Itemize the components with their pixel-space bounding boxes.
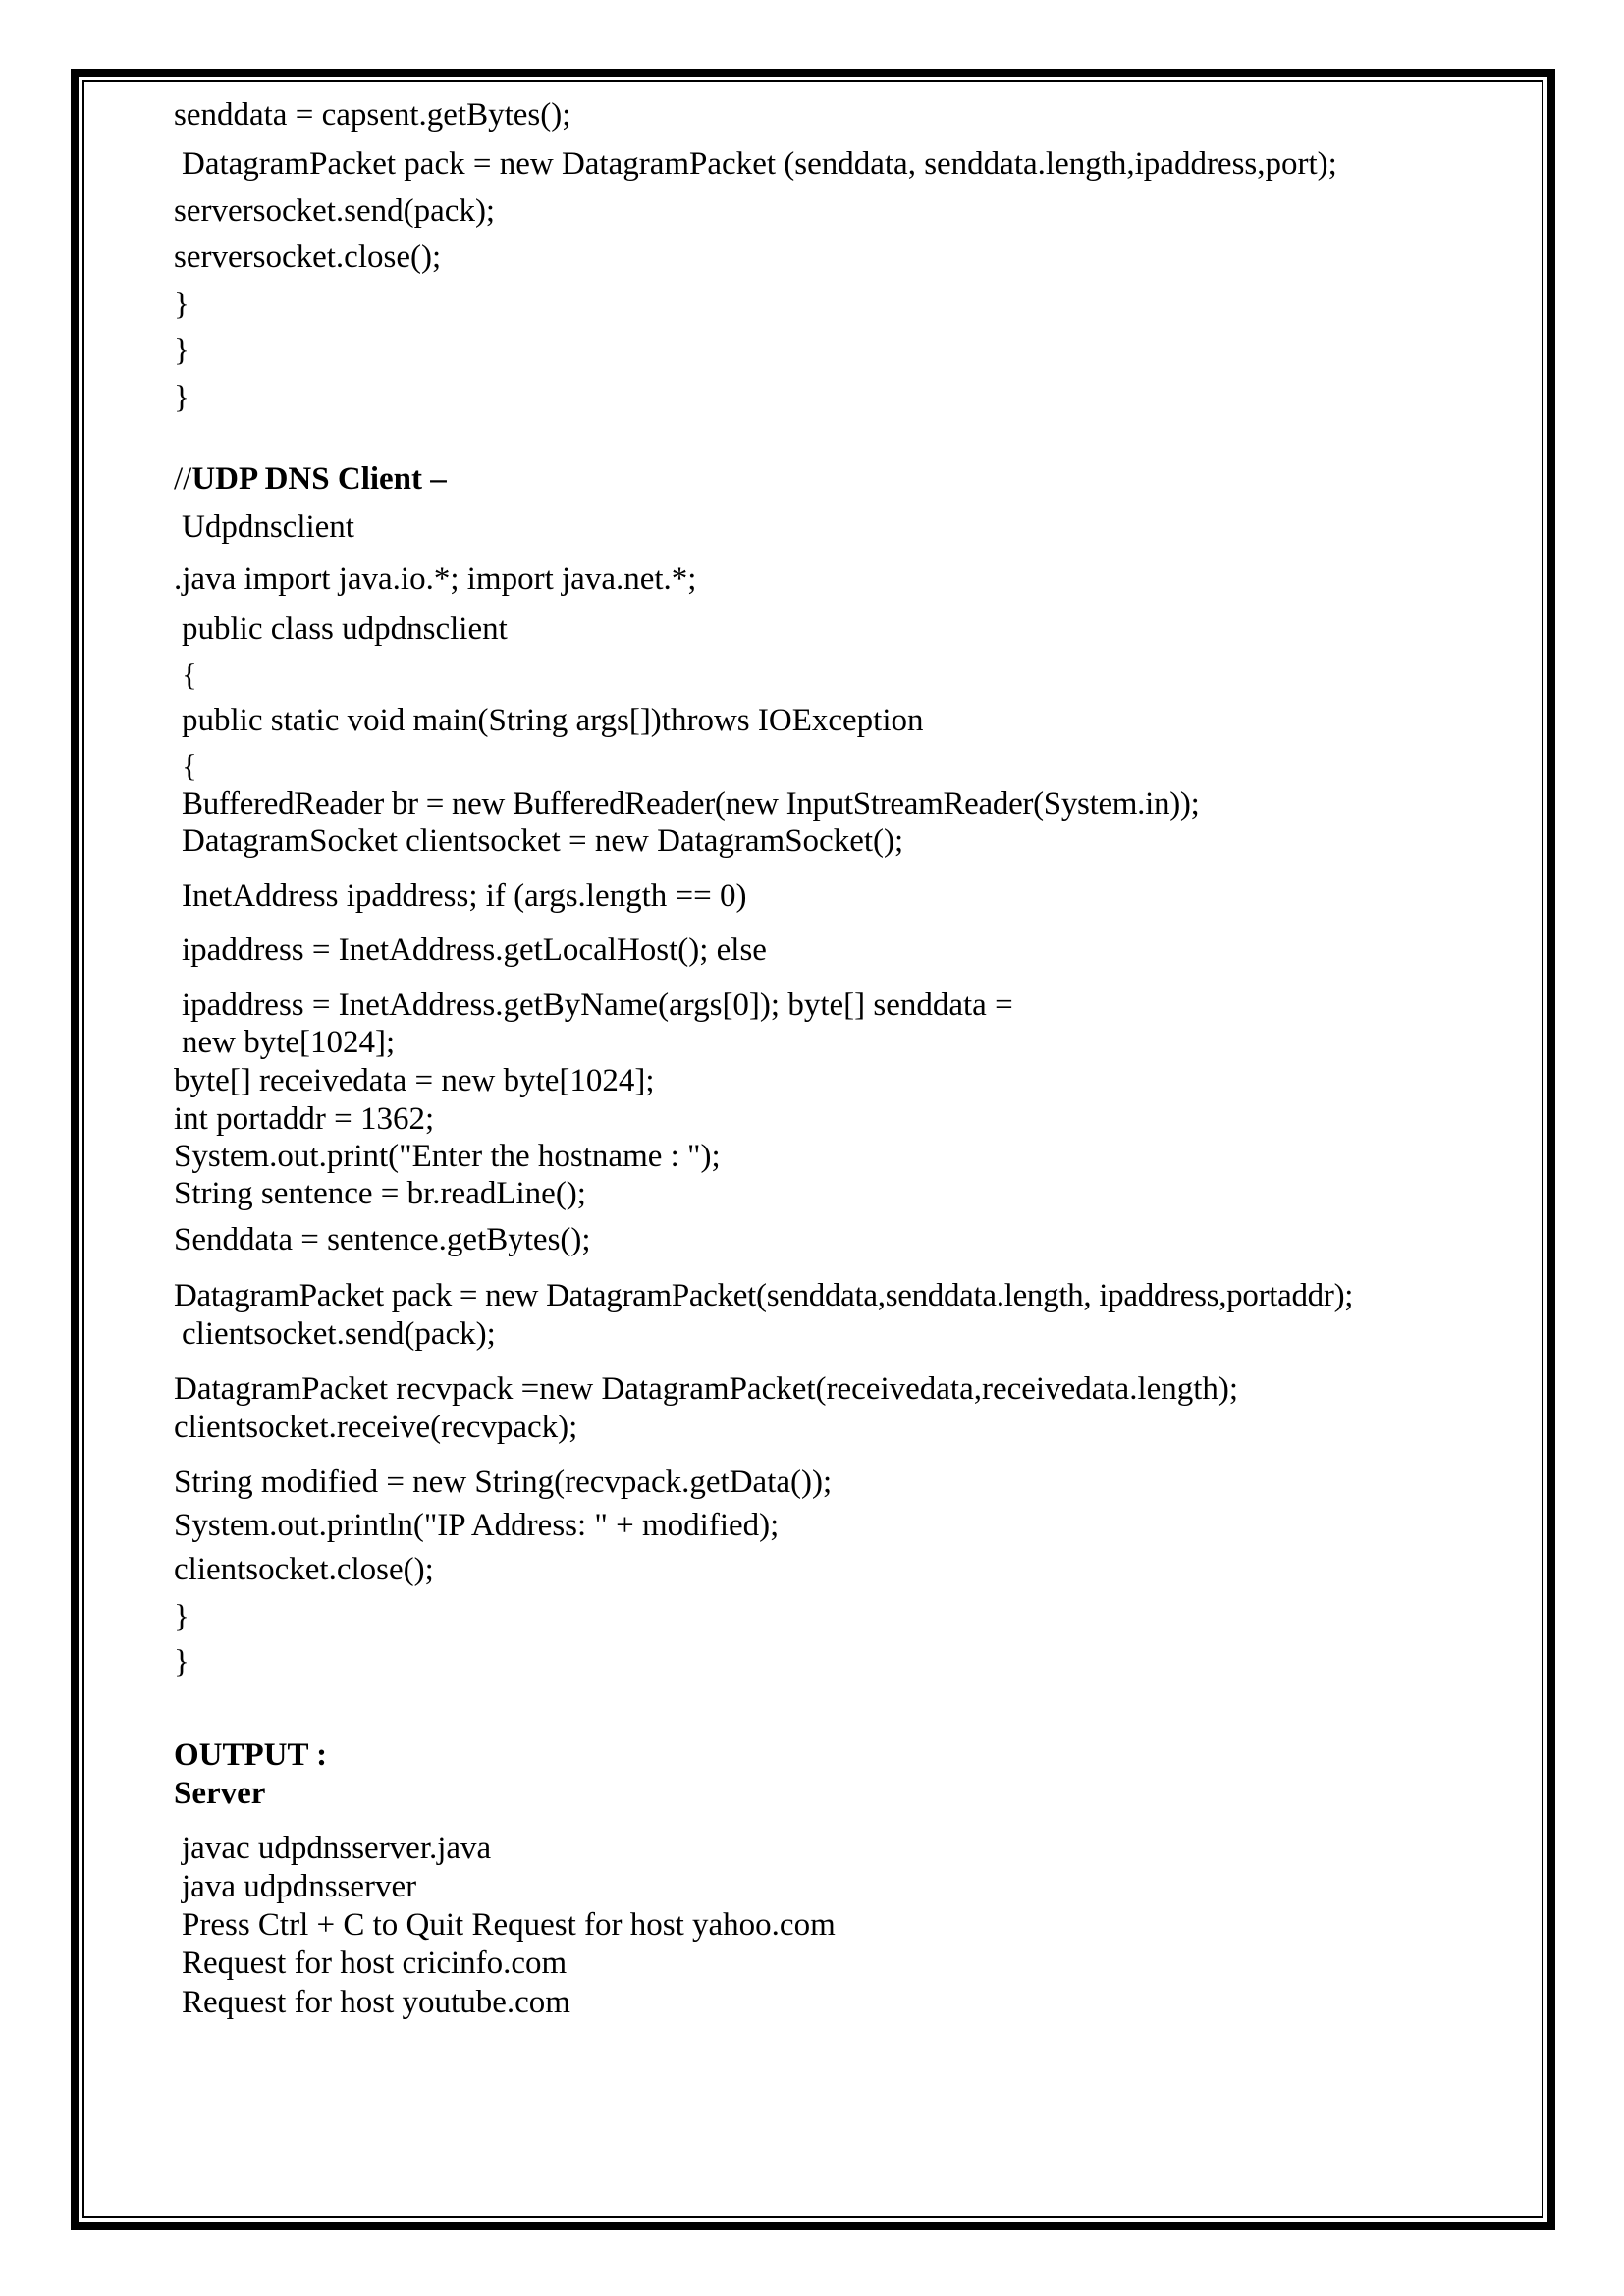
code-line: int portaddr = 1362; [174,1101,435,1137]
code-line: Udpdnsclient [182,509,354,545]
code-line: clientsocket.send(pack); [182,1316,496,1352]
code-line: } [174,287,189,322]
code-line: DatagramSocket clientsocket = new Datagr… [182,824,904,859]
code-line: BufferedReader br = new BufferedReader(n… [182,786,1200,822]
code-line: clientsocket.close(); [174,1552,434,1587]
code-line: } [174,1644,189,1680]
code-line: String sentence = br.readLine(); [174,1176,586,1211]
code-line: byte[] receivedata = new byte[1024]; [174,1063,655,1098]
section-heading-client: //UDP DNS Client – [174,459,447,499]
output-line: Request for host cricinfo.com [182,1946,568,1981]
code-line: { [182,658,197,693]
code-line: System.out.print("Enter the hostname : "… [174,1139,721,1174]
code-line: DatagramPacket recvpack =new DatagramPac… [174,1371,1239,1407]
code-line: ipaddress = InetAddress.getByName(args[0… [182,988,1013,1023]
code-line: public static void main(String args[])th… [182,703,924,738]
code-line: serversocket.close(); [174,240,442,275]
output-line: java udpdnsserver [182,1869,417,1904]
code-line: DatagramPacket pack = new DatagramPacket… [174,1278,1354,1313]
document-content: senddata = capsent.getBytes(); DatagramP… [0,0,1624,2296]
code-line: .java import java.io.*; import java.net.… [174,561,697,597]
code-line: senddata = capsent.getBytes(); [174,97,571,133]
code-line: } [174,333,189,368]
code-line: Senddata = sentence.getBytes(); [174,1222,591,1257]
code-line: } [174,380,189,415]
code-line: clientsocket.receive(recvpack); [174,1410,578,1445]
output-heading: OUTPUT : [174,1737,328,1773]
code-line: System.out.println("IP Address: " + modi… [174,1508,780,1543]
code-line: public class udpdnsclient [182,612,508,647]
code-line: ipaddress = InetAddress.getLocalHost(); … [182,933,767,968]
output-line: javac udpdnsserver.java [182,1831,492,1866]
code-line: serversocket.send(pack); [174,193,496,229]
code-line: DatagramPacket pack = new DatagramPacket… [182,146,1337,182]
code-line: new byte[1024]; [182,1025,396,1060]
output-line: Request for host youtube.com [182,1985,570,2020]
output-line: Press Ctrl + C to Quit Request for host … [182,1907,836,1943]
server-heading: Server [174,1776,266,1811]
code-line: } [174,1599,189,1634]
code-line: InetAddress ipaddress; if (args.length =… [182,879,747,914]
comment-prefix: // [174,461,192,497]
code-line: { [182,749,197,784]
code-line: String modified = new String(recvpack.ge… [174,1465,833,1500]
section-heading-title: UDP DNS Client – [191,461,447,497]
